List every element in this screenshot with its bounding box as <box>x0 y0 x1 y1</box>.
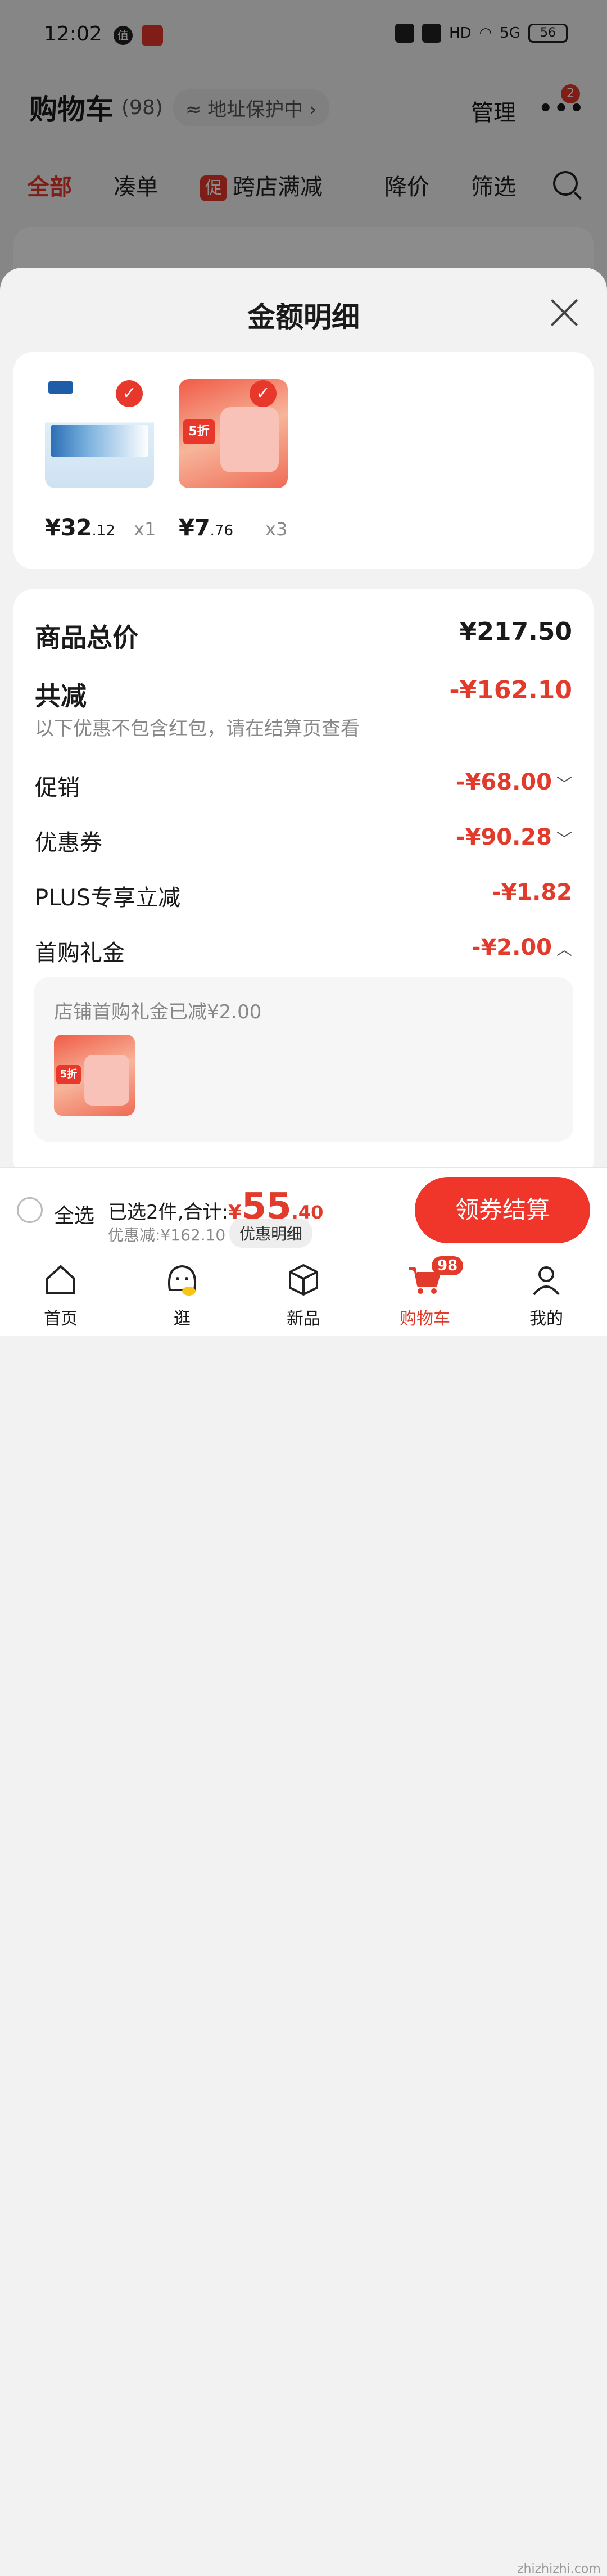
nav-label: 我的 <box>529 1309 563 1329</box>
brand-logo <box>48 381 73 394</box>
select-all-label[interactable]: 全选 <box>54 1199 94 1229</box>
user-icon <box>533 1266 560 1296</box>
bottom-navigation: 首页 逛 新品 98 购物车 我的 zhizhizhi.com <box>0 1252 607 2576</box>
product-quantity: x3 <box>265 518 288 540</box>
nav-profile[interactable]: 我的 <box>486 1252 607 1336</box>
row-label: PLUS专享立减 <box>35 885 181 911</box>
nav-home[interactable]: 首页 <box>0 1252 121 1336</box>
row-value: -¥90.28 ﹀ <box>456 824 572 850</box>
close-icon[interactable] <box>549 297 580 328</box>
product-thumbnail: 5折 <box>54 1035 135 1116</box>
nav-cart[interactable]: 98 购物车 <box>364 1252 486 1336</box>
select-all-radio[interactable] <box>17 1197 43 1223</box>
nav-new[interactable]: 新品 <box>243 1252 364 1336</box>
nav-explore[interactable]: 逛 <box>121 1252 243 1336</box>
row-value: -¥162.10 <box>449 676 572 705</box>
checkout-button[interactable]: 领券结算 <box>415 1177 590 1243</box>
milk-box-image <box>51 425 148 457</box>
selected-products-card: ✓ 5折 ✓ ¥32.12 x1 ¥7.76 x3 <box>13 352 594 569</box>
row-label: 优惠券 <box>35 830 102 856</box>
checkout-bar: 全选 已选2件,合计:¥55.40 优惠减:¥162.10 优惠明细 领券结算 <box>0 1167 607 1252</box>
amount-detail-sheet: 金额明细 ✓ 5折 ✓ ¥32.12 x1 ¥7.76 x3 商品总价 ¥217… <box>0 268 607 1180</box>
chevron-down-icon: ﹀ <box>556 830 572 849</box>
saving-text: 优惠减:¥162.10 <box>108 1226 226 1244</box>
checkmark-icon: ✓ <box>116 380 143 407</box>
discount-tag: 5折 <box>56 1065 81 1084</box>
row-label: 商品总价 <box>35 622 138 653</box>
row-value: -¥2.00 ︿ <box>471 935 572 960</box>
product-quantity: x1 <box>134 518 156 540</box>
chevron-up-icon: ︿ <box>556 940 572 959</box>
row-label: 共减 <box>35 681 87 711</box>
nav-label: 购物车 <box>400 1309 450 1329</box>
row-value: -¥68.00 ﹀ <box>456 769 572 795</box>
product-price: ¥7.76 <box>179 515 234 541</box>
discount-detail-button[interactable]: 优惠明细 <box>229 1219 313 1248</box>
row-label: 首购礼金 <box>35 940 125 966</box>
product-price: ¥32.12 <box>45 515 115 541</box>
nav-label: 首页 <box>44 1309 78 1329</box>
cart-badge: 98 <box>432 1256 464 1275</box>
row-label: 促销 <box>35 775 80 801</box>
discount-tag: 5折 <box>183 419 215 444</box>
reduction-note: 以下优惠不包含红包，请在结算页查看 <box>35 718 360 740</box>
nav-label: 新品 <box>287 1309 320 1329</box>
cube-icon <box>289 1264 318 1296</box>
price-breakdown-card: 商品总价 ¥217.50 共减 -¥162.10 以下优惠不包含红包，请在结算页… <box>13 589 594 1180</box>
checkmark-icon: ✓ <box>250 380 277 407</box>
laundry-pods-box <box>220 407 279 472</box>
home-icon <box>46 1265 75 1294</box>
watermark: zhizhizhi.com <box>517 2562 601 2576</box>
row-value: -¥1.82 <box>491 879 572 905</box>
sheet-title: 金额明细 <box>247 301 360 333</box>
row-value: ¥217.50 <box>459 617 572 646</box>
nav-label: 逛 <box>174 1309 191 1329</box>
gift-detail-text: 店铺首购礼金已减¥2.00 <box>54 1001 262 1023</box>
chevron-down-icon: ﹀ <box>556 775 572 793</box>
gift-detail-box: 店铺首购礼金已减¥2.00 5折 <box>34 977 573 1142</box>
explore-icon <box>168 1265 196 1296</box>
laundry-pods-box <box>84 1055 129 1106</box>
